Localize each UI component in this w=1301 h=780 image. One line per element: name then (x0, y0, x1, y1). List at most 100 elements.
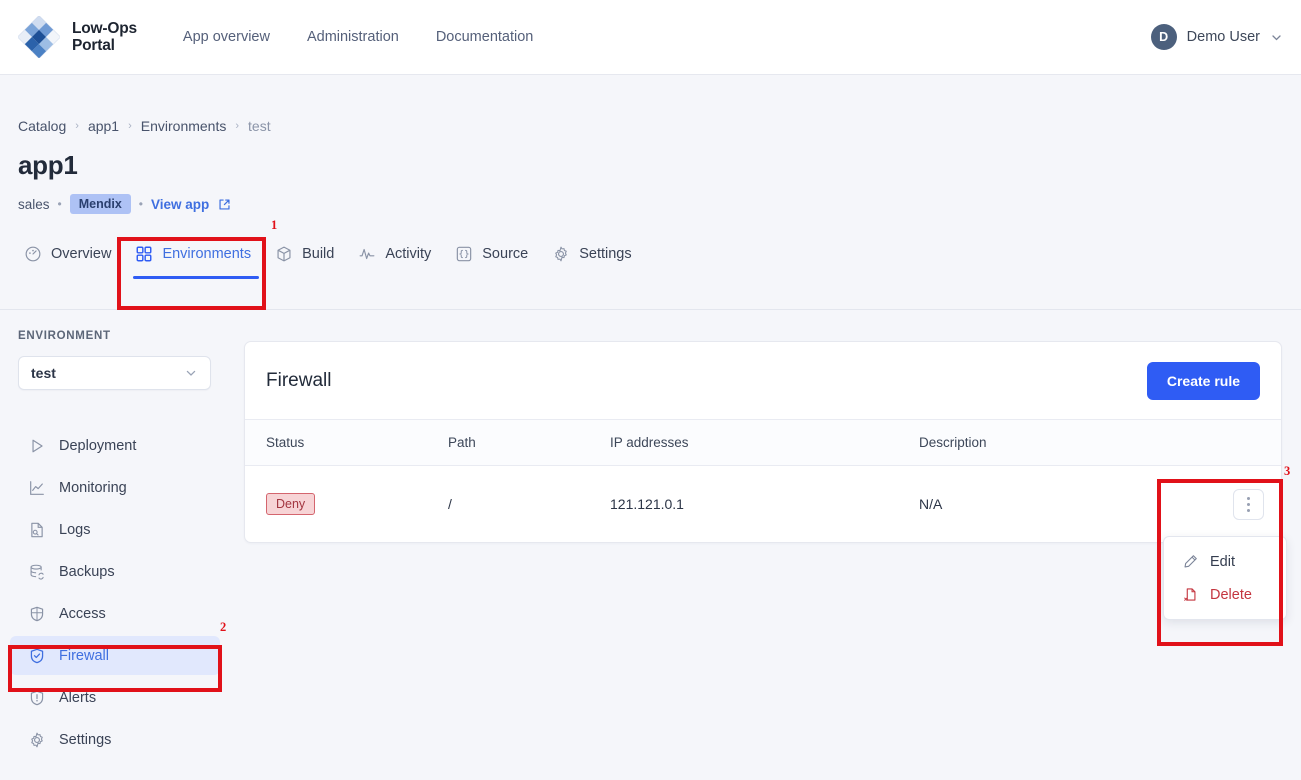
row-actions-button[interactable] (1233, 488, 1264, 520)
chevron-down-icon (1270, 31, 1283, 44)
environment-select-value: test (31, 365, 56, 381)
brand-name: Low-Ops Portal (72, 20, 137, 54)
gear-icon (552, 245, 570, 263)
sidebar-item-access[interactable]: Access (10, 594, 220, 633)
app-tabs: Overview Environments Build Activity Sou… (18, 245, 644, 279)
tabs-divider (0, 309, 1301, 310)
brand-line-2: Portal (72, 37, 115, 54)
pulse-icon (358, 245, 376, 263)
tab-label: Activity (385, 246, 432, 262)
tab-label: Settings (579, 246, 632, 262)
shield-check-icon (28, 647, 46, 665)
cell-status: Deny (245, 493, 448, 515)
firewall-rules-table: Status Path IP addresses Description Den… (245, 419, 1281, 542)
sidebar-item-label: Monitoring (59, 479, 127, 496)
user-menu[interactable]: D Demo User (1150, 24, 1283, 50)
sidebar-item-monitoring[interactable]: Monitoring (10, 468, 220, 507)
table-header-row: Status Path IP addresses Description (245, 419, 1281, 466)
database-sync-icon (28, 563, 46, 581)
brand-logo[interactable]: Low-Ops Portal (18, 16, 137, 58)
create-rule-button[interactable]: Create rule (1146, 361, 1260, 400)
document-search-icon (28, 521, 46, 539)
menu-item-delete[interactable]: Delete (1164, 578, 1286, 611)
sidebar-menu: Deployment Monitoring Logs Backups Acces… (0, 426, 230, 759)
breadcrumb-item-test[interactable]: test (248, 118, 271, 134)
nav-administration[interactable]: Administration (307, 29, 399, 45)
card-title: Firewall (266, 369, 332, 391)
column-header-path: Path (448, 435, 476, 450)
sidebar-item-deployment[interactable]: Deployment (10, 426, 220, 465)
pencil-icon (1182, 553, 1199, 570)
grid-squares-icon (135, 245, 153, 263)
sidebar-item-label: Access (59, 605, 106, 622)
card-header: Firewall Create rule (245, 342, 1281, 419)
tab-label: Source (482, 246, 529, 262)
user-name: Demo User (1186, 29, 1260, 45)
sidebar-item-alerts[interactable]: Alerts (10, 678, 220, 717)
chevron-right-icon: › (235, 120, 240, 132)
tab-environments[interactable]: Environments (123, 245, 263, 279)
firewall-card: Firewall Create rule Status Path IP addr… (244, 341, 1282, 543)
annotation-number-3: 3 (1284, 464, 1291, 478)
nav-documentation[interactable]: Documentation (436, 29, 534, 45)
brand-line-1: Low-Ops (72, 20, 137, 37)
top-navigation-bar: Low-Ops Portal App overview Administrati… (0, 0, 1301, 75)
sidebar-item-backups[interactable]: Backups (10, 552, 220, 591)
row-actions-menu: Edit Delete (1163, 536, 1287, 620)
breadcrumb-item-catalog[interactable]: Catalog (18, 118, 66, 134)
gear-icon (28, 731, 46, 749)
sidebar-section-label: ENVIRONMENT (18, 330, 111, 342)
file-delete-icon (1182, 586, 1199, 603)
box-icon (275, 245, 293, 263)
breadcrumb: Catalog › app1 › Environments › test (18, 118, 1301, 134)
sidebar-item-label: Firewall (59, 647, 109, 664)
cell-actions (1186, 488, 1281, 520)
top-nav-links: App overview Administration Documentatio… (183, 29, 533, 45)
tab-activity[interactable]: Activity (346, 245, 443, 279)
column-header-ip-addresses: IP addresses (610, 435, 689, 450)
tab-source[interactable]: Source (443, 245, 540, 279)
sidebar-item-settings[interactable]: Settings (10, 720, 220, 759)
external-link-icon (218, 198, 231, 211)
view-app-label: View app (150, 196, 210, 212)
menu-item-label: Edit (1210, 553, 1235, 570)
chart-line-icon (28, 479, 46, 497)
diamond-grid-logo-icon (18, 16, 60, 58)
view-app-link[interactable]: View app (151, 197, 231, 212)
column-header-description: Description (919, 435, 987, 450)
chevron-right-icon: › (128, 120, 132, 132)
tab-label: Overview (51, 246, 112, 262)
braces-icon (455, 245, 473, 263)
tab-overview[interactable]: Overview (18, 245, 123, 279)
meta-separator-dot: • (57, 197, 62, 211)
kebab-menu-icon (1247, 508, 1250, 512)
tab-label: Environments (162, 246, 252, 262)
menu-item-label: Delete (1210, 586, 1252, 603)
meta-separator-dot: • (138, 197, 143, 211)
breadcrumb-item-environments[interactable]: Environments (141, 118, 227, 134)
cell-path: / (448, 496, 452, 512)
status-badge: Deny (266, 493, 316, 515)
page-meta-row: sales • Mendix • View app (18, 194, 1301, 214)
column-header-status: Status (266, 435, 305, 450)
sidebar-item-logs[interactable]: Logs (10, 510, 220, 549)
sidebar-item-label: Backups (59, 563, 115, 580)
breadcrumb-item-app1[interactable]: app1 (88, 118, 119, 134)
nav-app-overview[interactable]: App overview (183, 29, 270, 45)
platform-badge: Mendix (69, 194, 131, 214)
environment-select[interactable]: test (18, 356, 211, 390)
table-row: Deny / 121.121.0.1 N/A (245, 466, 1281, 542)
kebab-menu-icon (1247, 496, 1250, 500)
tab-settings[interactable]: Settings (540, 245, 643, 279)
gauge-icon (24, 245, 42, 263)
kebab-menu-icon (1247, 502, 1250, 506)
chevron-down-icon (184, 366, 198, 380)
sidebar-item-firewall[interactable]: Firewall (10, 636, 220, 675)
tab-build[interactable]: Build (263, 245, 346, 279)
shield-alert-icon (28, 689, 46, 707)
menu-item-edit[interactable]: Edit (1164, 545, 1286, 578)
sidebar-item-label: Logs (59, 521, 91, 538)
cell-ip-addresses: 121.121.0.1 (610, 496, 684, 512)
chevron-right-icon: › (75, 120, 79, 132)
sidebar-item-label: Alerts (59, 689, 97, 706)
